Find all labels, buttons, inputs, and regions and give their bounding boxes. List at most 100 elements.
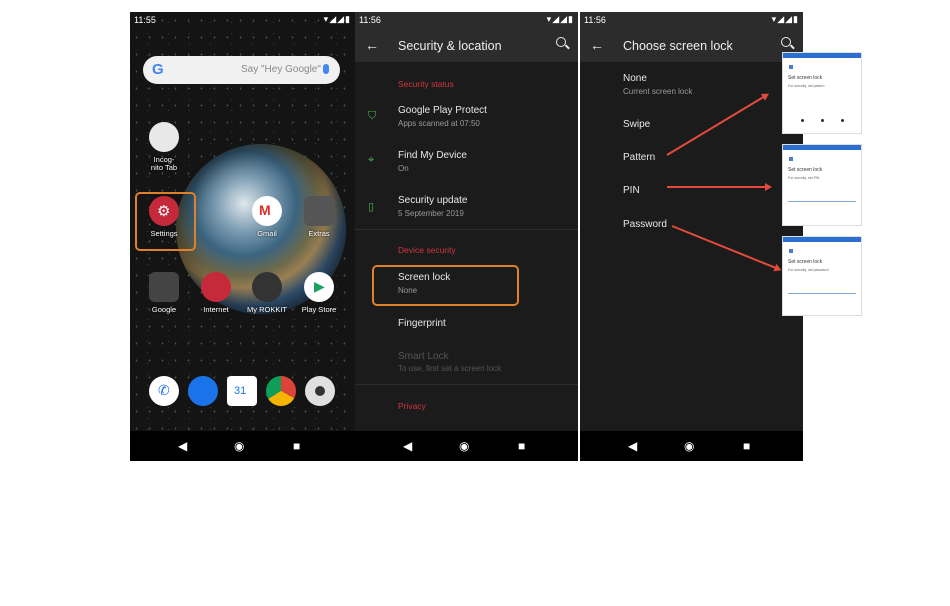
internet-icon xyxy=(201,272,231,302)
nav-bar: ◀ ◉ ■ xyxy=(580,431,803,461)
app-label: My ROKKIT xyxy=(246,305,287,314)
app-label: Extras xyxy=(308,229,330,238)
app-play-store[interactable]: ▶ Play Store xyxy=(289,272,349,314)
thumb-title: Set screen lock xyxy=(788,167,823,173)
option-title: PIN xyxy=(623,185,640,196)
app-label: Gmail xyxy=(257,229,277,238)
mic-icon[interactable] xyxy=(323,64,329,74)
google-search-bar[interactable]: G Say "Hey Google" xyxy=(143,56,340,84)
page-title: Choose screen lock xyxy=(623,39,733,53)
option-subtitle: Current screen lock xyxy=(623,87,693,96)
folder-icon xyxy=(304,196,334,226)
thumb-subtitle: For security, set pattern xyxy=(788,84,825,88)
thumb-set-password: Set screen lock For security, set passwo… xyxy=(782,236,862,316)
row-title: Google Play Protect xyxy=(398,105,487,116)
google-folder-icon xyxy=(149,272,179,302)
thumb-title: Set screen lock xyxy=(788,259,823,265)
password-input-line xyxy=(788,293,856,294)
app-my-rokkit[interactable]: My ROKKIT xyxy=(237,272,297,314)
app-label: Play Store xyxy=(301,305,337,314)
recents-nav-icon[interactable]: ■ xyxy=(293,439,300,453)
nav-bar: ◀ ◉ ■ xyxy=(130,431,355,461)
section-device-security: Device security xyxy=(398,245,456,255)
lock-icon xyxy=(789,65,793,69)
screen-lock-highlight xyxy=(372,265,519,306)
back-nav-icon[interactable]: ◀ xyxy=(403,439,412,453)
row-subtitle: To use, first set a screen lock xyxy=(398,364,502,373)
status-bar: 11:56 ▾◢◢▮ xyxy=(355,12,578,30)
pattern-dot xyxy=(841,119,844,122)
lock-icon xyxy=(789,249,793,253)
status-time: 11:56 xyxy=(359,15,381,25)
option-title: Swipe xyxy=(623,119,651,130)
row-title: Fingerprint xyxy=(398,318,446,329)
status-time: 11:55 xyxy=(134,15,156,25)
thumb-set-pattern: Set screen lock For security, set patter… xyxy=(782,52,862,134)
search-icon[interactable] xyxy=(556,37,566,47)
security-location-panel: 11:56 ▾◢◢▮ ← Security & location Securit… xyxy=(355,12,578,461)
back-arrow-icon[interactable]: ← xyxy=(590,37,604,53)
camera-icon xyxy=(305,376,335,406)
app-bar: ← Choose screen lock xyxy=(580,30,803,62)
app-label: Google xyxy=(151,305,177,314)
pin-input-line xyxy=(788,201,856,202)
status-time: 11:56 xyxy=(584,15,606,25)
recents-nav-icon[interactable]: ■ xyxy=(518,439,525,453)
recents-nav-icon[interactable]: ■ xyxy=(743,439,750,453)
divider xyxy=(355,229,578,230)
section-security-status: Security status xyxy=(398,79,454,89)
nav-bar: ◀ ◉ ■ xyxy=(355,431,578,461)
app-extras[interactable]: Extras xyxy=(289,196,349,238)
row-subtitle: 5 September 2019 xyxy=(398,209,464,218)
row-title: Find My Device xyxy=(398,150,467,161)
row-title: Smart Lock xyxy=(398,351,449,362)
row-title: Security update xyxy=(398,195,468,206)
pattern-dot xyxy=(821,119,824,122)
thumb-subtitle: For security, set PIN xyxy=(788,176,820,180)
section-privacy: Privacy xyxy=(398,401,426,411)
home-nav-icon[interactable]: ◉ xyxy=(459,439,469,453)
back-arrow-icon[interactable]: ← xyxy=(365,37,379,53)
thumb-header xyxy=(783,237,861,242)
back-nav-icon[interactable]: ◀ xyxy=(628,439,637,453)
thumb-header xyxy=(783,145,861,150)
pattern-dot xyxy=(801,119,804,122)
thumb-title: Set screen lock xyxy=(788,75,823,81)
page-title: Security & location xyxy=(398,39,502,53)
update-phone-icon: ▯ xyxy=(368,201,375,213)
divider xyxy=(355,384,578,385)
settings-highlight xyxy=(135,192,196,251)
play-store-icon: ▶ xyxy=(304,272,334,302)
dock-camera[interactable] xyxy=(290,376,350,406)
status-bar: 11:55 ▾◢◢▮ xyxy=(130,12,355,30)
row-subtitle: Apps scanned at 07:50 xyxy=(398,119,480,128)
status-icons: ▾◢◢▮ xyxy=(771,14,799,24)
thumb-header xyxy=(783,53,861,58)
google-logo-icon: G xyxy=(152,61,164,78)
home-screen-panel: 11:55 ▾◢◢▮ G Say "Hey Google" Incog- nit… xyxy=(130,12,355,461)
status-bar: 11:56 ▾◢◢▮ xyxy=(580,12,803,30)
app-label: Incog- nito Tab xyxy=(150,155,178,172)
option-title: Password xyxy=(623,219,667,230)
app-google-folder[interactable]: Google xyxy=(134,272,194,314)
arrow-pin xyxy=(667,183,772,191)
app-gmail[interactable]: M Gmail xyxy=(237,196,297,238)
search-icon[interactable] xyxy=(781,37,791,47)
home-nav-icon[interactable]: ◉ xyxy=(234,439,244,453)
search-placeholder: Say "Hey Google" xyxy=(241,64,321,75)
thumb-set-pin: Set screen lock For security, set PIN xyxy=(782,144,862,226)
gmail-icon: M xyxy=(252,196,282,226)
choose-screen-lock-panel: 11:56 ▾◢◢▮ ← Choose screen lock None Cur… xyxy=(580,12,803,461)
status-icons: ▾◢◢▮ xyxy=(323,14,351,24)
app-incognito-tab[interactable]: Incog- nito Tab xyxy=(134,122,194,172)
home-nav-icon[interactable]: ◉ xyxy=(684,439,694,453)
thumb-subtitle: For security, set password xyxy=(788,268,829,272)
option-title: None xyxy=(623,73,647,84)
rokkit-icon xyxy=(252,272,282,302)
row-subtitle: On xyxy=(398,164,409,173)
status-icons: ▾◢◢▮ xyxy=(546,14,574,24)
back-nav-icon[interactable]: ◀ xyxy=(178,439,187,453)
location-pin-icon: ⌖ xyxy=(368,154,375,166)
lock-icon xyxy=(789,157,793,161)
option-title: Pattern xyxy=(623,152,656,163)
